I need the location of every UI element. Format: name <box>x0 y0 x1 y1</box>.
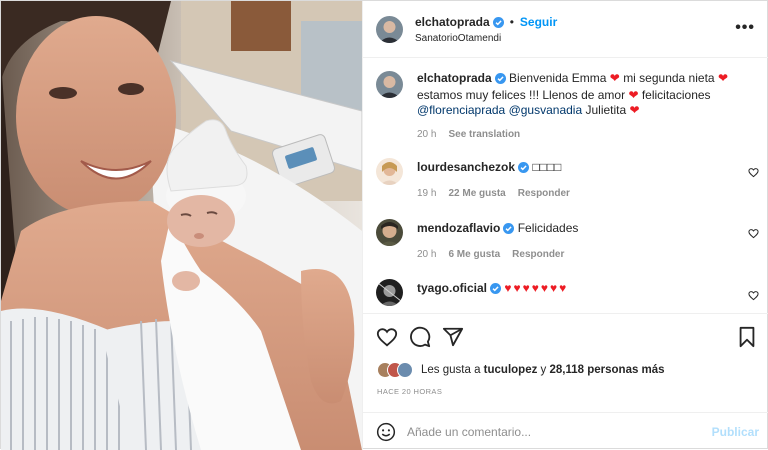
comment-body: lourdesanchezok □□□□ <box>417 160 740 177</box>
follow-button[interactable]: Seguir <box>520 15 557 29</box>
caption-text-1: Bienvenida Emma <box>509 71 607 85</box>
caption-text-2: mi segunda nieta <box>623 71 715 85</box>
post-header: elchatoprada • Seguir SanatorioOtamendi ••… <box>363 1 768 58</box>
caption-text-4: felicitaciones <box>641 88 711 102</box>
comment-icon[interactable] <box>409 326 431 351</box>
commenter-username[interactable]: tyago.oficial <box>417 281 487 295</box>
caption-meta: 20 h See translation <box>417 129 532 140</box>
heart-emoji-icon: ❤ <box>609 71 620 85</box>
comment-time[interactable]: 19 h <box>417 188 436 199</box>
commenter-avatar[interactable] <box>376 219 403 246</box>
comments-list[interactable]: elchatoprada Bienvenida Emma ❤ mi segund… <box>363 58 768 313</box>
send-icon[interactable] <box>442 326 464 351</box>
emoji-icon[interactable] <box>376 422 396 445</box>
like-comment-heart-icon[interactable] <box>748 290 759 304</box>
caption-text-5: Julietita <box>585 103 627 117</box>
comment-body: mendozaflavio Felicidades <box>417 221 740 238</box>
heart-emoji-icon: ❤ <box>629 103 640 117</box>
like-comment-heart-icon[interactable] <box>748 228 759 242</box>
comment-body: tyago.oficial ♥♥♥♥♥♥♥ <box>417 281 740 298</box>
publish-button[interactable]: Publicar <box>712 425 759 439</box>
verified-badge-icon <box>490 283 502 298</box>
author-avatar[interactable] <box>376 16 403 43</box>
post-side-panel: elchatoprada • Seguir SanatorioOtamendi ••… <box>362 1 768 450</box>
caption-comment: elchatoprada Bienvenida Emma ❤ mi segund… <box>363 71 768 151</box>
liker-username[interactable]: tuculopez <box>484 364 538 376</box>
comment-input[interactable] <box>407 422 697 442</box>
author-username[interactable]: elchatoprada <box>415 15 490 29</box>
caption-body: elchatoprada Bienvenida Emma ❤ mi segund… <box>417 71 740 118</box>
header-name-row: elchatoprada • Seguir <box>415 15 557 31</box>
author-avatar-small[interactable] <box>376 71 403 98</box>
comment-text: ♥♥♥♥♥♥♥ <box>504 281 569 295</box>
caption-text-3: estamos muy felices !!! Llenos de amor <box>417 88 626 102</box>
heart-icon[interactable] <box>376 326 398 351</box>
heart-emoji-icon: ❤ <box>628 88 639 102</box>
likes-summary[interactable]: Les gusta a tuculopez y 28,118 personas … <box>377 360 665 380</box>
verified-badge-icon <box>494 73 506 88</box>
post-timestamp[interactable]: HACE 20 HORAS <box>377 387 442 396</box>
commenter-username[interactable]: lourdesanchezok <box>417 160 515 174</box>
comment-item: lourdesanchezok □□□□ 19 h 22 Me gusta Resp… <box>363 158 768 208</box>
caption-time[interactable]: 20 h <box>417 129 436 140</box>
comment-text: Felicidades <box>517 221 579 235</box>
caption-username[interactable]: elchatoprada <box>417 71 492 85</box>
verified-badge-icon <box>518 162 530 177</box>
comment-item: tyago.oficial ♥♥♥♥♥♥♥ <box>363 279 768 313</box>
comment-likes[interactable]: 22 Me gusta <box>448 188 505 199</box>
comment-meta: 20 h 6 Me gusta Responder <box>417 249 576 260</box>
post-photo-illustration <box>1 1 362 450</box>
separator-dot: • <box>509 15 514 29</box>
commenter-avatar[interactable] <box>376 279 403 306</box>
likes-prefix: Les gusta a <box>421 364 481 376</box>
verified-badge-icon <box>503 223 515 238</box>
instagram-post: elchatoprada • Seguir SanatorioOtamendi ••… <box>0 0 768 450</box>
likes-text: Les gusta a tuculopez y 28,118 personas … <box>421 364 665 376</box>
see-translation-link[interactable]: See translation <box>448 129 520 140</box>
post-photo[interactable] <box>1 1 362 450</box>
more-horizontal-icon[interactable]: ••• <box>735 19 755 37</box>
commenter-avatar[interactable] <box>376 158 403 185</box>
bookmark-icon[interactable] <box>737 326 757 351</box>
like-comment-heart-icon[interactable] <box>748 167 759 181</box>
heart-emoji-icon: ❤ <box>717 71 728 85</box>
likes-conjunction: y <box>540 364 547 376</box>
comment-likes[interactable]: 6 Me gusta <box>448 249 500 260</box>
post-location[interactable]: SanatorioOtamendi <box>415 33 501 44</box>
liker-avatar <box>397 362 413 378</box>
comment-time[interactable]: 20 h <box>417 249 436 260</box>
reply-button[interactable]: Responder <box>512 249 564 260</box>
commenter-username[interactable]: mendozaflavio <box>417 221 500 235</box>
add-comment-bar: Publicar <box>363 412 768 450</box>
comment-text: □□□□ <box>532 160 562 174</box>
likes-count[interactable]: 28,118 personas más <box>550 364 665 376</box>
comment-item: mendozaflavio Felicidades 20 h 6 Me gusta… <box>363 219 768 269</box>
reply-button[interactable]: Responder <box>518 188 570 199</box>
comment-meta: 19 h 22 Me gusta Responder <box>417 188 582 199</box>
verified-badge-icon <box>492 17 504 31</box>
mention-link[interactable]: @florenciaprada <box>417 103 505 117</box>
mention-link[interactable]: @gusvanadia <box>509 103 583 117</box>
post-actions: Les gusta a tuculopez y 28,118 personas … <box>363 313 768 417</box>
